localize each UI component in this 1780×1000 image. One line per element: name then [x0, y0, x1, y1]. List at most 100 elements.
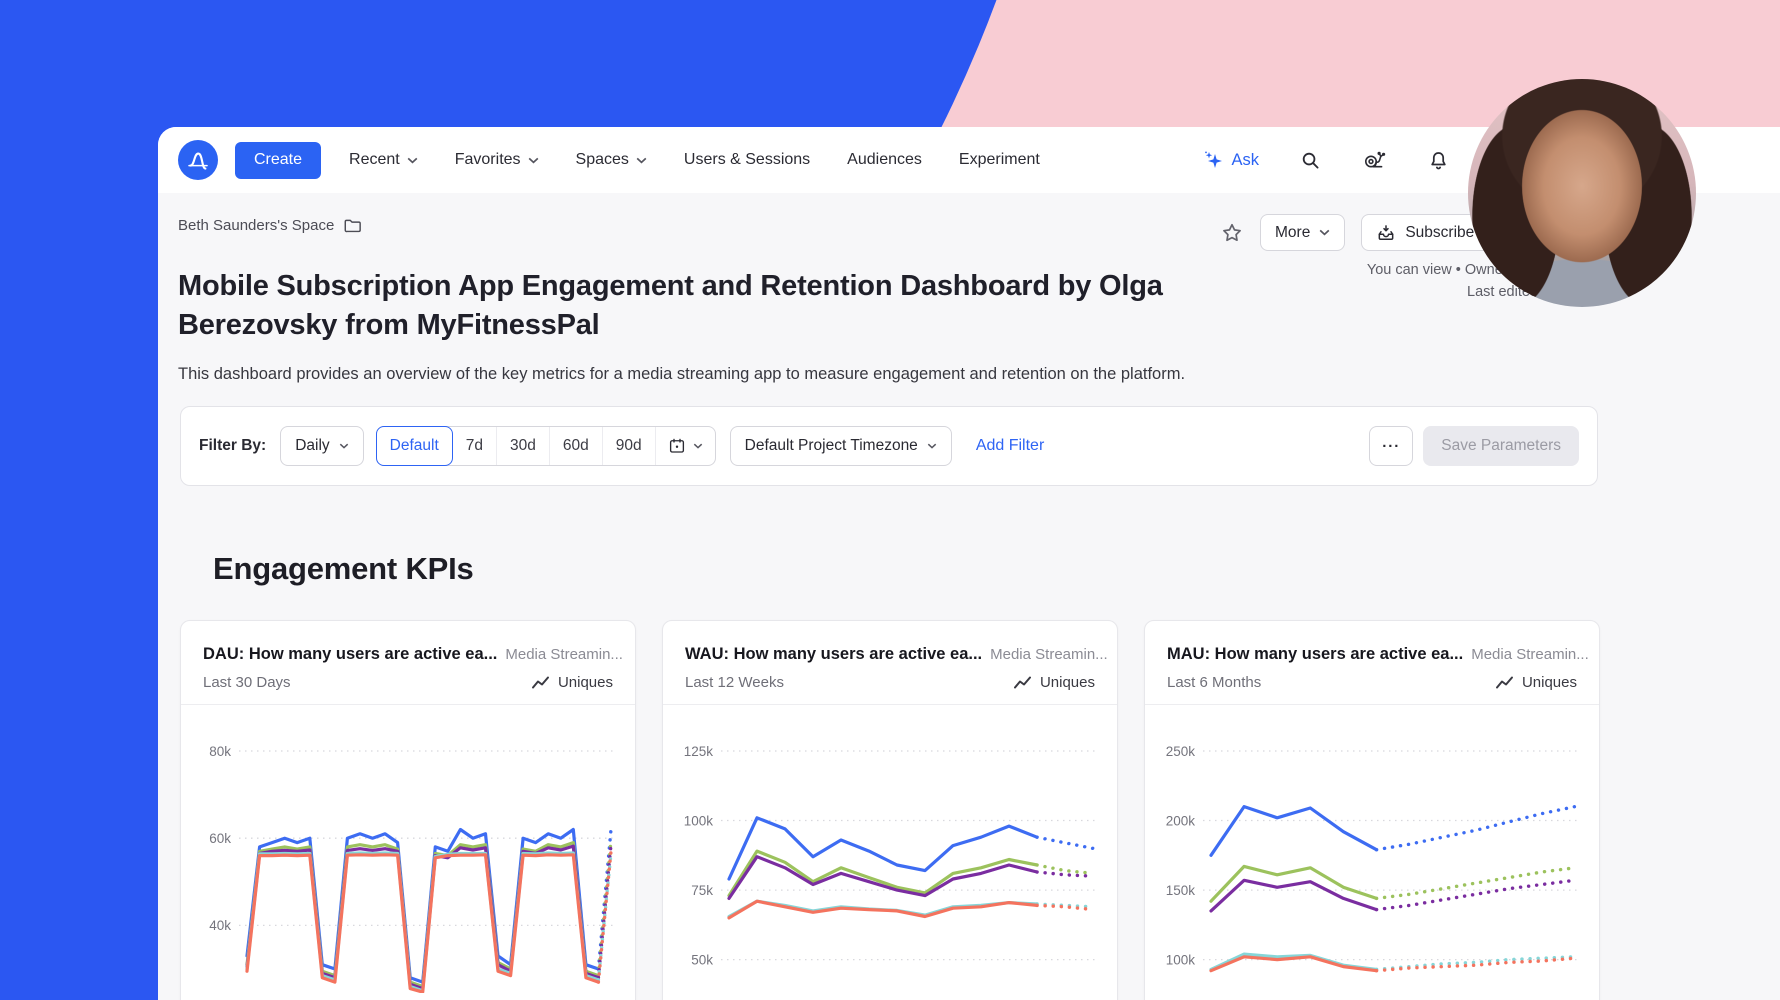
svg-text:40k: 40k: [209, 918, 231, 933]
metric-label: Uniques: [558, 674, 613, 691]
breadcrumb-label: Beth Saunders's Space: [178, 217, 334, 234]
chevron-down-icon: [693, 443, 703, 449]
filter-by-label: Filter By:: [199, 437, 266, 455]
amplitude-logo[interactable]: [178, 140, 218, 180]
chart-source: Media Streamin...: [505, 646, 623, 663]
page-description: This dashboard provides an overview of t…: [178, 365, 1185, 384]
chart-source: Media Streamin...: [1471, 646, 1589, 663]
chart-period: Last 12 Weeks: [685, 674, 784, 691]
more-label: More: [1275, 224, 1310, 242]
svg-text:100k: 100k: [684, 813, 714, 828]
section-title: Engagement KPIs: [213, 551, 474, 587]
bell-notifications-icon[interactable]: [1427, 149, 1450, 172]
card-header: DAU: How many users are active ea... Med…: [181, 621, 635, 691]
chart-title: MAU: How many users are active ea...: [1167, 645, 1463, 664]
page-title: Mobile Subscription App Engagement and R…: [178, 267, 1168, 345]
subscribe-inbox-icon: [1376, 223, 1396, 243]
metric-label: Uniques: [1522, 674, 1577, 691]
mau-chart-card[interactable]: MAU: How many users are active ea... Med…: [1144, 620, 1600, 1000]
nav-item-label: Favorites: [455, 151, 521, 169]
chevron-down-icon: [407, 157, 418, 164]
chart-metric: Uniques: [1013, 674, 1095, 691]
chart-title: WAU: How many users are active ea...: [685, 645, 982, 664]
chevron-down-icon: [927, 443, 937, 449]
interval-dropdown[interactable]: Daily: [280, 426, 363, 466]
line-chart-icon: [1013, 675, 1032, 690]
svg-text:60k: 60k: [209, 831, 231, 846]
nav-right-actions: Ask: [1203, 127, 1450, 193]
line-chart-icon: [531, 675, 550, 690]
nav-item-experiment[interactable]: Experiment: [959, 151, 1040, 169]
nav-item-recent[interactable]: Recent: [349, 151, 418, 169]
svg-text:75k: 75k: [691, 883, 713, 898]
range-option-default[interactable]: Default: [376, 426, 453, 466]
nav-item-label: Audiences: [847, 151, 922, 169]
line-chart-icon: [1495, 675, 1514, 690]
interval-value: Daily: [295, 437, 329, 455]
svg-text:80k: 80k: [209, 744, 231, 759]
range-option-90d[interactable]: 90d: [602, 427, 655, 465]
dau-chart-card[interactable]: DAU: How many users are active ea... Med…: [180, 620, 636, 1000]
kpi-cards-row: DAU: How many users are active ea... Med…: [180, 620, 1600, 1000]
nav-item-label: Experiment: [959, 151, 1040, 169]
more-button[interactable]: More: [1260, 214, 1345, 251]
chevron-down-icon: [339, 443, 349, 449]
user-avatar[interactable]: [1468, 79, 1696, 307]
svg-text:100k: 100k: [1166, 952, 1196, 967]
nav-item-label: Users & Sessions: [684, 151, 810, 169]
amplitude-wave-icon: [184, 146, 212, 174]
favorite-star-icon[interactable]: [1220, 221, 1244, 245]
timezone-dropdown[interactable]: Default Project Timezone: [730, 426, 952, 466]
range-option-30d[interactable]: 30d: [496, 427, 549, 465]
date-range-group: Default 7d 30d 60d 90d: [376, 426, 716, 466]
subscribe-label: Subscribe: [1405, 224, 1474, 242]
nav-links: Recent Favorites Spaces Users & Sessions…: [349, 151, 1040, 169]
nav-item-label: Spaces: [576, 151, 629, 169]
svg-text:50k: 50k: [691, 952, 713, 967]
custom-date-picker[interactable]: [655, 427, 715, 465]
mau-line-chart: 250k200k150k100k: [1145, 704, 1599, 993]
snail-whats-new-icon[interactable]: [1362, 148, 1387, 172]
card-header: MAU: How many users are active ea... Med…: [1145, 621, 1599, 691]
nav-item-audiences[interactable]: Audiences: [847, 151, 922, 169]
chart-period: Last 30 Days: [203, 674, 291, 691]
metric-label: Uniques: [1040, 674, 1095, 691]
decorative-blue-strip: [0, 700, 160, 1000]
calendar-icon: [668, 437, 686, 455]
chart-source: Media Streamin...: [990, 646, 1108, 663]
nav-item-favorites[interactable]: Favorites: [455, 151, 539, 169]
timezone-value: Default Project Timezone: [745, 437, 918, 455]
overflow-menu-button[interactable]: ···: [1369, 426, 1413, 466]
range-option-60d[interactable]: 60d: [549, 427, 602, 465]
dau-line-chart: 80k 60k 40k: [181, 704, 635, 993]
chart-metric: Uniques: [531, 674, 613, 691]
chart-metric: Uniques: [1495, 674, 1577, 691]
ask-button[interactable]: Ask: [1203, 150, 1259, 170]
wau-line-chart: 125k 100k 75k 50k: [663, 704, 1117, 993]
chevron-down-icon: [636, 157, 647, 164]
svg-text:125k: 125k: [684, 744, 714, 759]
search-icon[interactable]: [1299, 149, 1322, 172]
ask-label: Ask: [1231, 151, 1259, 170]
create-button[interactable]: Create: [235, 142, 321, 179]
nav-item-spaces[interactable]: Spaces: [576, 151, 647, 169]
last-edited-text: Last edited: [1367, 281, 1538, 303]
chart-period: Last 6 Months: [1167, 674, 1261, 691]
save-parameters-button[interactable]: Save Parameters: [1423, 426, 1579, 466]
nav-item-label: Recent: [349, 151, 400, 169]
chart-title: DAU: How many users are active ea...: [203, 645, 497, 664]
breadcrumb[interactable]: Beth Saunders's Space: [178, 217, 362, 234]
screenshot-stage: Create Recent Favorites Spaces Users & S…: [0, 0, 1780, 1000]
chevron-down-icon: [528, 157, 539, 164]
chevron-down-icon: [1319, 229, 1330, 236]
nav-item-users-sessions[interactable]: Users & Sessions: [684, 151, 810, 169]
dashboard-content: Beth Saunders's Space More: [158, 193, 1780, 1000]
svg-text:200k: 200k: [1166, 813, 1196, 828]
wau-chart-card[interactable]: WAU: How many users are active ea... Med…: [662, 620, 1118, 1000]
card-header: WAU: How many users are active ea... Med…: [663, 621, 1117, 691]
dashboard-header-controls: More Subscribe: [1220, 214, 1511, 251]
sparkles-icon: [1203, 150, 1223, 170]
add-filter-link[interactable]: Add Filter: [976, 437, 1044, 455]
folder-icon: [343, 217, 362, 234]
range-option-7d[interactable]: 7d: [453, 427, 496, 465]
